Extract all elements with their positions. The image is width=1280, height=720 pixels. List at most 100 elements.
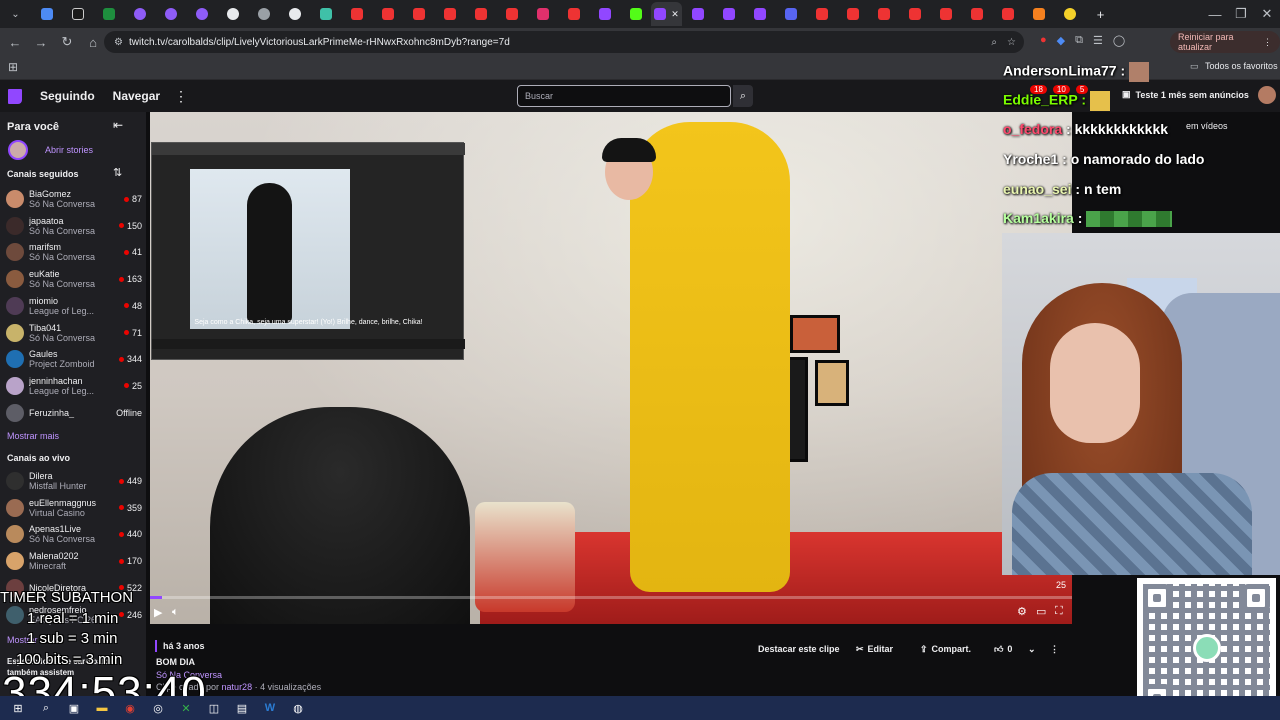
tab-item[interactable] <box>589 2 620 26</box>
tab-item[interactable] <box>713 2 744 26</box>
tab-item[interactable] <box>217 2 248 26</box>
tab-item[interactable] <box>992 2 1023 26</box>
taskview-icon[interactable]: ▣ <box>60 698 88 718</box>
tab-item[interactable] <box>186 2 217 26</box>
bookmark-star-icon[interactable]: ☆ <box>1007 37 1016 48</box>
word-taskbar-icon[interactable]: W <box>256 698 284 718</box>
profile-icon[interactable]: ◯ <box>1113 34 1125 47</box>
creator-link[interactable]: natur28 <box>222 682 253 692</box>
tab-item[interactable] <box>31 2 62 26</box>
sidebar-channel-item[interactable]: euKatie Só Na Conversa 163 <box>6 266 142 292</box>
search-button[interactable]: ⌕ <box>733 85 753 107</box>
back-icon[interactable]: ← <box>2 29 28 55</box>
tab-item[interactable] <box>1054 2 1085 26</box>
close-window-button[interactable]: ✕ <box>1254 1 1280 27</box>
sidebar-channel-item[interactable]: Malena0202 Minecraft 170 <box>6 548 142 574</box>
tab-item[interactable] <box>403 2 434 26</box>
puzzle-icon[interactable]: ⧉ <box>1075 34 1083 47</box>
chrome-taskbar-icon[interactable]: ◉ <box>116 698 144 718</box>
highlight-clip-button[interactable]: Destacar este clipe <box>758 640 840 658</box>
apps-grid-icon[interactable]: ⊞ <box>8 60 18 74</box>
tab-item[interactable] <box>527 2 558 26</box>
tab-item[interactable] <box>341 2 372 26</box>
app-taskbar-icon[interactable]: ▤ <box>228 698 256 718</box>
tab-item[interactable] <box>744 2 775 26</box>
tab-item[interactable] <box>868 2 899 26</box>
sidebar-channel-item[interactable]: Tiba041 Só Na Conversa 71 <box>6 320 142 346</box>
more-vert-icon[interactable]: ⋮ <box>174 88 188 105</box>
extension-icon[interactable]: ● <box>1040 34 1047 47</box>
like-menu-button[interactable]: ⌄ <box>1028 640 1036 658</box>
sidebar-channel-item[interactable]: marifsm Só Na Conversa 41 <box>6 239 142 265</box>
settings-gear-icon[interactable]: ⚙ <box>1017 605 1027 618</box>
like-button[interactable]: 👍︎ 0 <box>994 640 1012 658</box>
volume-icon[interactable]: 🔈︎ <box>172 606 179 619</box>
sidebar-channel-item[interactable]: euEllenmaggnus Virtual Casino 359 <box>6 495 142 521</box>
fullscreen-icon[interactable]: ⛶ <box>1055 605 1063 618</box>
search-taskbar-icon[interactable]: ⌕ <box>32 698 60 718</box>
app-taskbar-icon[interactable]: ◫ <box>200 698 228 718</box>
tab-active[interactable]: ✕ <box>651 2 682 26</box>
nav-following[interactable]: Seguindo <box>40 89 95 103</box>
nav-browse[interactable]: Navegar <box>113 89 160 103</box>
sidebar-channel-item[interactable]: Dilera Mistfall Hunter 449 <box>6 468 142 494</box>
sidebar-channel-item[interactable]: Gaules Project Zomboid 344 <box>6 346 142 372</box>
tab-close-icon[interactable]: ✕ <box>671 9 679 20</box>
new-tab-button[interactable]: + <box>1085 2 1116 26</box>
tab-item[interactable] <box>93 2 124 26</box>
sidebar-channel-item[interactable]: jenninhachan League of Leg... 25 <box>6 373 142 399</box>
sort-icon[interactable]: ⇅ <box>113 166 122 179</box>
tab-item[interactable] <box>496 2 527 26</box>
file-explorer-icon[interactable]: ▬ <box>88 698 116 718</box>
search-input[interactable]: Buscar <box>517 85 731 107</box>
all-bookmarks-button[interactable]: ▭ Todos os favoritos <box>1190 61 1278 72</box>
sidebar-channel-item[interactable]: Feruzinha_ Offline <box>6 400 142 426</box>
sidebar-channel-item[interactable]: BiaGomez Só Na Conversa 87 <box>6 186 142 212</box>
zoom-icon[interactable]: ⌕ <box>991 37 997 48</box>
sidebar-channel-item[interactable]: Apenas1Live Só Na Conversa 440 <box>6 521 142 547</box>
home-icon[interactable]: ⌂ <box>80 29 106 55</box>
address-bar[interactable]: ⚙ twitch.tv/carolbalds/clip/LivelyVictor… <box>104 31 1024 53</box>
tab-item[interactable] <box>279 2 310 26</box>
forward-icon[interactable]: → <box>28 29 54 55</box>
tab-item[interactable] <box>806 2 837 26</box>
tab-search-menu[interactable]: ⌄ <box>0 2 31 26</box>
play-button[interactable]: ▶ <box>154 606 162 619</box>
sidebar-channel-item[interactable]: miomio League of Leg... 48 <box>6 293 142 319</box>
sidebar-channel-item[interactable]: japaatoa Só Na Conversa 150 <box>6 213 142 239</box>
turbo-promo-button[interactable]: ▣ Teste 1 mês sem anúncios <box>1122 89 1249 100</box>
tab-item[interactable] <box>310 2 341 26</box>
extension-icon[interactable]: ◆ <box>1057 34 1065 47</box>
tab-item[interactable] <box>434 2 465 26</box>
tab-item[interactable] <box>372 2 403 26</box>
start-icon[interactable]: ⊞ <box>4 698 32 718</box>
obs-taskbar-icon[interactable]: ◍ <box>284 698 312 718</box>
open-stories-link[interactable]: Abrir stories <box>45 145 93 155</box>
tab-item[interactable] <box>620 2 651 26</box>
seek-bar[interactable] <box>150 596 1072 599</box>
tab-item[interactable] <box>837 2 868 26</box>
tab-item[interactable] <box>775 2 806 26</box>
xbox-taskbar-icon[interactable]: ✕ <box>172 698 200 718</box>
tab-item[interactable] <box>465 2 496 26</box>
tab-item[interactable] <box>124 2 155 26</box>
tab-item[interactable] <box>1023 2 1054 26</box>
tab-item[interactable] <box>961 2 992 26</box>
tab-item[interactable] <box>682 2 713 26</box>
minimize-button[interactable]: — <box>1202 1 1228 27</box>
tab-item[interactable] <box>899 2 930 26</box>
restore-button[interactable]: ❐ <box>1228 1 1254 27</box>
stories-avatar[interactable] <box>8 140 28 160</box>
tab-item[interactable] <box>248 2 279 26</box>
site-info-icon[interactable]: ⚙ <box>114 37 123 48</box>
twitch-logo-icon[interactable] <box>8 88 22 104</box>
user-avatar[interactable] <box>1258 86 1276 104</box>
more-options-button[interactable]: ⋮ <box>1050 640 1059 658</box>
share-button[interactable]: ⇪ Compart. <box>920 640 971 658</box>
update-button[interactable]: Reiniciar para atualizar ⋮ <box>1170 31 1280 53</box>
theatre-mode-icon[interactable]: ▭ <box>1036 605 1046 618</box>
reload-icon[interactable]: ↻ <box>54 29 80 55</box>
reading-list-icon[interactable]: ☰ <box>1093 34 1103 47</box>
tab-item[interactable] <box>558 2 589 26</box>
collapse-sidebar-icon[interactable]: ⇤ <box>113 118 123 132</box>
